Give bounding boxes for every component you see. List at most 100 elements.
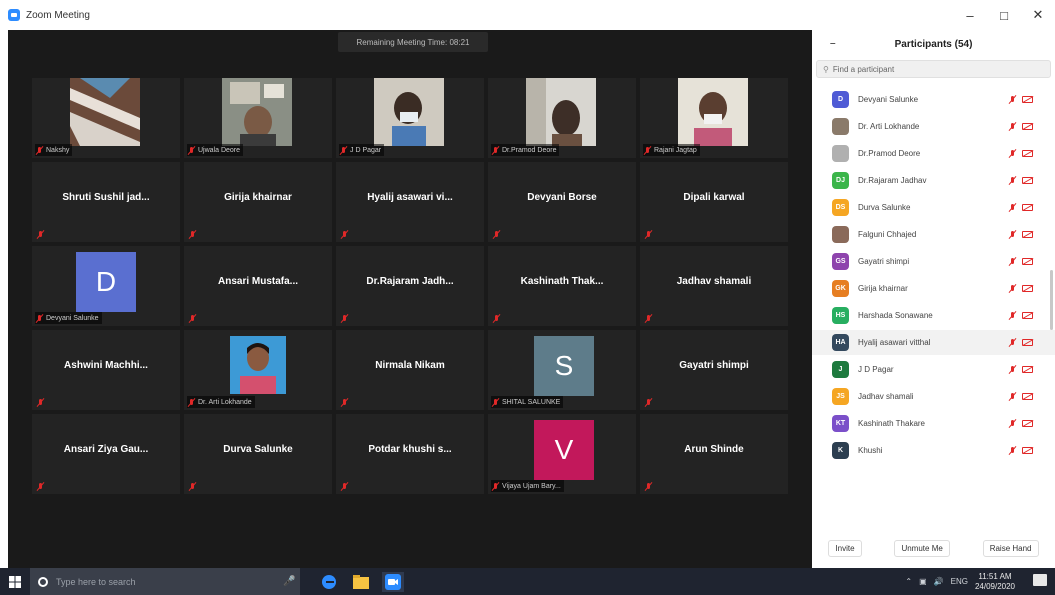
participant-row[interactable]: DS Durva Salunke [812,195,1055,220]
tile-name-label: Nakshy [35,144,73,156]
collapse-panel-button[interactable]: – [830,38,836,49]
participant-name: Jadhav shamali [858,392,914,401]
muted-mic-icon [1008,446,1017,455]
video-tile[interactable]: Shruti Sushil jad... [32,162,180,242]
zoom-taskbar-icon[interactable] [382,572,404,592]
participant-name: Gayatri shimpi [858,257,910,266]
network-icon[interactable]: ▣ [919,577,927,586]
muted-mic-icon [491,146,500,155]
tile-name-label: Devyani Salunke [35,312,102,324]
video-tile[interactable]: Hyalij asawari vi... [336,162,484,242]
video-tile[interactable]: Kashinath Thak... [488,246,636,326]
show-hidden-icons-icon[interactable]: ⌃ [905,577,912,586]
muted-mic-icon [1008,122,1017,131]
participant-row[interactable]: HA Hyalij asawari vitthal [812,330,1055,355]
participant-row[interactable]: J J D Pagar [812,357,1055,382]
muted-mic-icon [340,398,349,407]
muted-mic-icon [36,398,45,407]
video-tile[interactable]: Dipali karwal [640,162,788,242]
minimize-button[interactable]: – [953,0,987,30]
participant-avatar: GK [832,280,849,297]
muted-mic-icon [188,314,197,323]
participant-row[interactable]: Dr. Arti Lokhande [812,114,1055,139]
video-tile[interactable]: Ansari Ziya Gau... [32,414,180,494]
video-tile[interactable]: Durva Salunke [184,414,332,494]
participant-status [1008,284,1033,293]
muted-mic-icon [187,398,196,407]
tile-name-label: Ujwala Deore [187,144,244,156]
participant-status [1008,419,1033,428]
microphone-icon[interactable]: 🎤 [283,576,295,587]
raise-hand-button[interactable]: Raise Hand [982,539,1039,557]
video-off-icon [1022,393,1033,400]
participant-name: Harshada Sonawane [858,311,933,320]
clock[interactable]: 11:51 AM 24/09/2020 [975,572,1015,592]
tile-name-label: Dr.Pramod Deore [491,144,560,156]
file-explorer-icon[interactable] [350,572,372,592]
participant-row[interactable]: Falguni Chhajed [812,222,1055,247]
tile-name-label: SHITAL SALUNKE [491,396,564,408]
video-tile[interactable]: Dr.Pramod Deore [488,78,636,158]
participant-name: Dr.Pramod Deore [858,149,921,158]
clock-time: 11:51 AM [978,571,1012,581]
muted-mic-icon [340,482,349,491]
video-tile[interactable]: Jadhav shamali [640,246,788,326]
video-tile[interactable]: Ansari Mustafa... [184,246,332,326]
video-tile[interactable]: Arun Shinde [640,414,788,494]
video-tile[interactable]: J D Pagar [336,78,484,158]
muted-mic-icon [644,230,653,239]
participant-status [1008,149,1033,158]
participant-row[interactable]: GK Girija khairnar [812,276,1055,301]
participant-search-input[interactable]: ⚲ Find a participant [816,60,1051,78]
muted-mic-icon [339,146,348,155]
participant-row[interactable]: K Khushi [812,438,1055,463]
video-tile[interactable]: Rajani Jagtap [640,78,788,158]
muted-mic-icon [188,482,197,491]
video-off-icon [1022,123,1033,130]
unmute-me-button[interactable]: Unmute Me [894,539,950,557]
muted-mic-icon [1008,419,1017,428]
windows-start-button[interactable] [0,568,30,595]
windows-logo-icon [9,575,21,588]
tile-name-label: Rajani Jagtap [643,144,700,156]
participant-row[interactable]: GS Gayatri shimpi [812,249,1055,274]
video-tile[interactable]: Devyani Borse [488,162,636,242]
participant-row[interactable]: HS Harshada Sonawane [812,303,1055,328]
notifications-icon[interactable] [1033,574,1047,586]
video-tile[interactable]: Nakshy [32,78,180,158]
participant-row[interactable]: D Devyani Salunke [812,87,1055,112]
participant-name: Hyalij asawari vitthal [858,338,931,347]
input-language[interactable]: ENG [951,577,968,586]
video-tile[interactable]: Girija khairnar [184,162,332,242]
edge-browser-icon[interactable] [318,572,340,592]
tile-name-label: Vijaya Ujam Bary... [491,480,564,492]
video-tile[interactable]: Gayatri shimpi [640,330,788,410]
muted-mic-icon [492,230,501,239]
participant-status [1008,392,1033,401]
participant-row[interactable]: JS Jadhav shamali [812,384,1055,409]
participant-row[interactable]: DJ Dr.Rajaram Jadhav [812,168,1055,193]
volume-icon[interactable]: 🔊 [934,577,944,586]
taskbar-search-input[interactable]: Type here to search [30,568,300,595]
video-tile[interactable]: Ashwini Machhi... [32,330,180,410]
participant-row[interactable]: KT Kashinath Thakare [812,411,1055,436]
video-tile[interactable]: Dr.Rajaram Jadh... [336,246,484,326]
invite-button[interactable]: Invite [828,539,862,557]
video-tile[interactable]: Potdar khushi s... [336,414,484,494]
muted-mic-icon [644,398,653,407]
participant-list-scrollbar[interactable] [1050,270,1053,330]
maximize-button[interactable]: □ [987,0,1021,30]
video-tile[interactable]: Nirmala Nikam [336,330,484,410]
tile-name-label: Dr. Arti Lokhande [187,396,255,408]
participant-name: Nirmala Nikam [375,360,445,371]
video-tile[interactable]: V Vijaya Ujam Bary... [488,414,636,494]
video-tile[interactable]: S SHITAL SALUNKE [488,330,636,410]
muted-mic-icon [1008,176,1017,185]
participant-avatar: DJ [832,172,849,189]
participant-row[interactable]: Dr.Pramod Deore [812,141,1055,166]
close-button[interactable]: ✕ [1021,0,1055,30]
search-icon [38,576,48,587]
video-tile[interactable]: D Devyani Salunke [32,246,180,326]
video-tile[interactable]: Dr. Arti Lokhande [184,330,332,410]
video-tile[interactable]: Ujwala Deore [184,78,332,158]
